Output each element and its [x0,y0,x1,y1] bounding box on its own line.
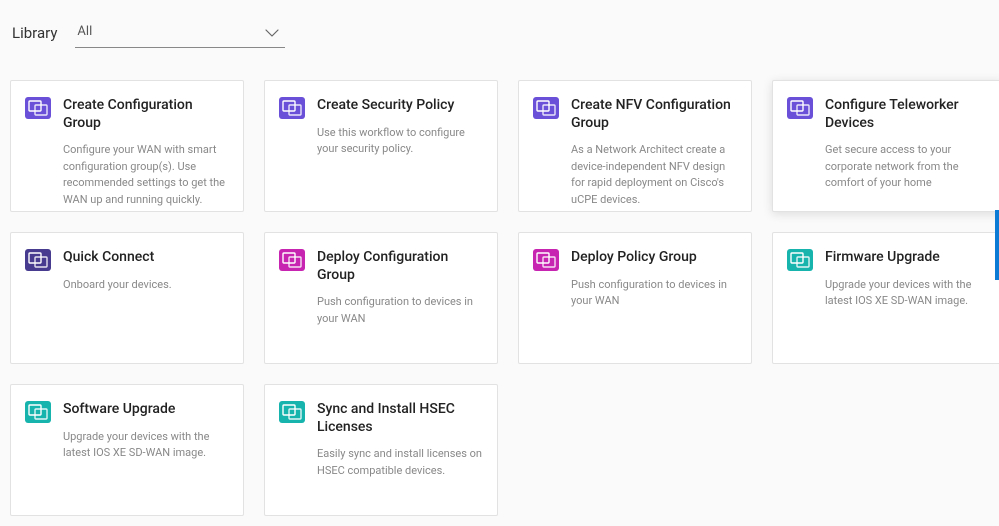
card-description: Use this workflow to configure your secu… [317,125,483,158]
card-body: Deploy Policy Group Push configuration to… [571,249,737,349]
library-header: Library All [0,0,999,62]
workflow-icon [279,401,305,423]
card-description: Upgrade your devices with the latest IOS… [63,429,229,462]
card-body: Firmware Upgrade Upgrade your devices wit… [825,249,991,349]
card-deploy-configuration-group[interactable]: Deploy Configuration Group Push configura… [264,232,498,364]
card-configure-teleworker-devices[interactable]: Configure Teleworker Devices Get secure a… [772,80,999,212]
workflow-icon [279,249,305,271]
library-filter-dropdown[interactable]: All [75,18,285,48]
library-label: Library [12,24,57,42]
card-body: Sync and Install HSEC Licenses Easily syn… [317,401,483,501]
card-title: Deploy Policy Group [571,249,737,267]
card-title: Create Security Policy [317,97,483,115]
workflow-icon [279,97,305,119]
card-firmware-upgrade[interactable]: Firmware Upgrade Upgrade your devices wit… [772,232,999,364]
card-software-upgrade[interactable]: Software Upgrade Upgrade your devices wit… [10,384,244,516]
card-quick-connect[interactable]: Quick Connect Onboard your devices. [10,232,244,364]
workflow-icon [533,97,559,119]
card-create-security-policy[interactable]: Create Security Policy Use this workflow … [264,80,498,212]
card-description: Push configuration to devices in your WA… [317,294,483,327]
workflow-card-grid: Create Configuration Group Configure your… [0,62,999,526]
card-description: Upgrade your devices with the latest IOS… [825,277,991,310]
card-title: Create NFV Configuration Group [571,97,737,132]
card-body: Software Upgrade Upgrade your devices wit… [63,401,229,501]
card-title: Firmware Upgrade [825,249,991,267]
card-title: Configure Teleworker Devices [825,97,991,132]
card-title: Sync and Install HSEC Licenses [317,401,483,436]
card-description: As a Network Architect create a device-i… [571,142,737,208]
card-title: Create Configuration Group [63,97,229,132]
card-sync-install-hsec-licenses[interactable]: Sync and Install HSEC Licenses Easily syn… [264,384,498,516]
card-description: Push configuration to devices in your WA… [571,277,737,310]
workflow-icon [25,401,51,423]
card-body: Create NFV Configuration GroupAs a Netwo… [571,97,737,197]
card-create-nfv-configuration-group[interactable]: Create NFV Configuration Group As a Netwo… [518,80,752,212]
card-description: Onboard your devices. [63,277,229,294]
card-description: Configure your WAN with smart configurat… [63,142,229,208]
chevron-down-icon [265,22,279,41]
card-body: Create Security Policy Use this workflow … [317,97,483,197]
card-body: Create Configuration GroupConfigure your… [63,97,229,197]
workflow-icon [787,97,813,119]
workflow-icon [25,97,51,119]
card-title: Deploy Configuration Group [317,249,483,284]
card-deploy-policy-group[interactable]: Deploy Policy Group Push configuration to… [518,232,752,364]
scroll-indicator[interactable] [995,210,999,280]
card-create-configuration-group[interactable]: Create Configuration Group Configure your… [10,80,244,212]
card-description: Get secure access to your corporate netw… [825,142,991,192]
workflow-icon [25,249,51,271]
library-filter-value: All [77,24,92,39]
workflow-icon [787,249,813,271]
card-description: Easily sync and install licenses on HSEC… [317,446,483,479]
workflow-icon [533,249,559,271]
card-title: Software Upgrade [63,401,229,419]
card-body: Quick Connect Onboard your devices. [63,249,229,349]
card-body: Deploy Configuration Group Push configura… [317,249,483,349]
card-body: Configure Teleworker Devices Get secure a… [825,97,991,197]
card-title: Quick Connect [63,249,229,267]
